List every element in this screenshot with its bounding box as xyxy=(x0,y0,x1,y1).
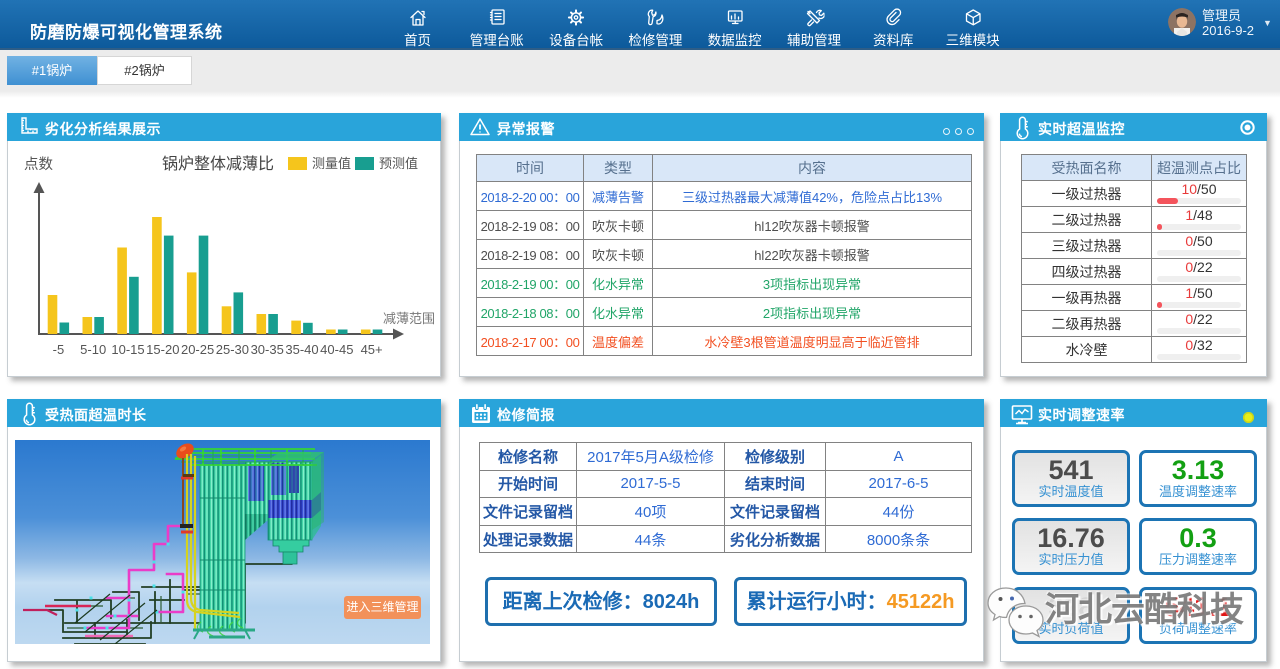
svg-text:减薄范围: 减薄范围 xyxy=(383,311,435,326)
svg-text:锅炉整体减薄比: 锅炉整体减薄比 xyxy=(162,155,274,173)
svg-text:25-30: 25-30 xyxy=(216,342,249,357)
svg-text:30-35: 30-35 xyxy=(251,342,284,357)
svg-text:-5: -5 xyxy=(53,342,65,357)
svg-text:20-25: 20-25 xyxy=(181,342,214,357)
svg-text:点数: 点数 xyxy=(24,156,53,173)
svg-text:预测值: 预测值 xyxy=(379,156,418,171)
svg-text:15-20: 15-20 xyxy=(146,342,179,357)
svg-text:35-40: 35-40 xyxy=(285,342,318,357)
svg-text:45+: 45+ xyxy=(361,342,383,357)
svg-text:5-10: 5-10 xyxy=(80,342,106,357)
svg-text:10-15: 10-15 xyxy=(111,342,144,357)
svg-text:测量值: 测量值 xyxy=(312,156,351,171)
svg-text:40-45: 40-45 xyxy=(320,342,353,357)
